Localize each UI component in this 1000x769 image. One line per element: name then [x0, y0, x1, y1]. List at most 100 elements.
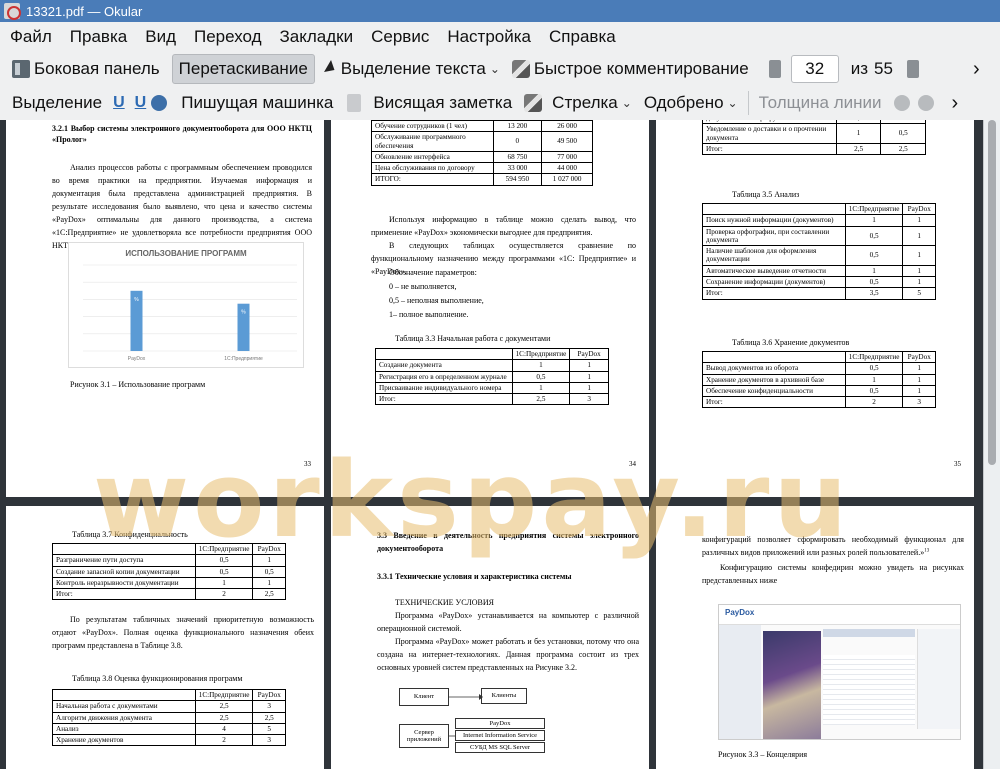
table-caption: Таблица 3.5 Анализ: [732, 190, 800, 199]
menu-tools[interactable]: Сервис: [361, 27, 437, 47]
line-width-label: Толщина линии: [758, 93, 882, 112]
table-cell: Итог:: [702, 396, 846, 409]
table-row: Присваивание индивидуального номера 1 1: [375, 381, 609, 395]
table-row: Поиск нужной информации (документов) 1 1: [702, 214, 936, 227]
table-cell: 1: [511, 359, 571, 372]
menu-edit[interactable]: Правка: [60, 27, 135, 47]
table-cell: 1: [194, 576, 254, 590]
table-cell: Начальная работа с документами: [52, 700, 196, 713]
table-cell: Присваивание индивидуального номера: [375, 381, 513, 395]
document-view[interactable]: 3.2.1 Выбор системы электронного докумен…: [0, 120, 1000, 769]
table-row: Хранение документов в архивной базе 1 1: [702, 373, 936, 386]
table-cell: [52, 542, 196, 556]
vertical-scrollbar[interactable]: [983, 120, 1000, 769]
menu-bar: Файл Правка Вид Переход Закладки Сервис …: [0, 22, 1000, 52]
table-cell: 1С:Предприятие: [194, 542, 254, 556]
toolbar-overflow-icon[interactable]: ›: [973, 58, 980, 81]
color-icon[interactable]: [893, 95, 910, 111]
previous-page-icon[interactable]: [768, 60, 781, 78]
text-select-button[interactable]: Выделение текста ⌄: [319, 54, 506, 84]
menu-view[interactable]: Вид: [135, 27, 184, 47]
table-cell: 5: [252, 722, 286, 736]
table-cell: Наличие шаблонов для оформления документ…: [702, 245, 846, 266]
table-cell: Разграничение пути доступа: [52, 554, 196, 567]
table-cell: 0,5: [880, 123, 926, 144]
squiggle-underline-icon[interactable]: U: [130, 94, 152, 112]
param-line: 1– полное выполнение.: [389, 310, 469, 319]
menu-settings[interactable]: Настройка: [437, 27, 539, 47]
table-row: Создание запасной копии документации 0,5 0…: [52, 565, 286, 578]
brush-icon: [511, 60, 530, 78]
page-number: 35: [954, 460, 961, 468]
opacity-icon[interactable]: [917, 95, 934, 111]
table-row: Создание документа 1 1: [375, 359, 609, 372]
menu-go[interactable]: Переход: [184, 27, 270, 47]
param-line: 0,5 – неполная выполнение,: [389, 296, 484, 305]
chevron-down-icon[interactable]: ⌄: [490, 62, 500, 76]
select-tool-button[interactable]: Выделение: [6, 88, 108, 118]
menu-bookmarks[interactable]: Закладки: [270, 27, 362, 47]
arrow-button[interactable]: Стрелка ⌄: [546, 88, 638, 118]
table-cell: Вывод документов из оборота: [702, 362, 846, 375]
table-row: Проверка орфографии, при составлении док…: [702, 225, 936, 247]
table-cell: Итог:: [702, 142, 837, 156]
table-cell: 1: [844, 264, 904, 277]
table-cell: 3: [252, 700, 286, 713]
table-cell: PayDox: [569, 347, 609, 361]
menu-file[interactable]: Файл: [0, 27, 60, 47]
page-number: 33: [304, 460, 311, 468]
table-row: Обучение сотрудников (1 чел) 13 200 26 000: [371, 120, 593, 133]
toolbar-overflow-icon[interactable]: ›: [952, 92, 959, 115]
quick-comment-button[interactable]: Быстрое комментирование: [506, 54, 755, 84]
title-bar: 13321.pdf — Okular: [0, 0, 1000, 22]
shot-header: PayDox: [719, 605, 960, 625]
toolbar-divider: [747, 91, 749, 115]
table-cell: Обеспечение конфиденциальности: [702, 384, 846, 398]
arrow-tool-icon: [524, 94, 543, 112]
table-row: Автоматическое выведение отчетности 1 1: [702, 264, 936, 277]
table-cell: 1: [569, 370, 609, 383]
underline-icon[interactable]: U: [108, 94, 130, 112]
table-cell: 1: [902, 362, 936, 375]
table-row: Итог: 2 2,5: [52, 588, 286, 601]
table-cell: Итог:: [702, 287, 846, 300]
select-tool-label: Выделение: [12, 93, 103, 112]
shot-sidebar: [719, 625, 761, 739]
shot-image: [763, 631, 821, 739]
sticky-note-button[interactable]: Висящая заметка: [367, 88, 518, 118]
drag-mode-button[interactable]: Перетаскивание: [171, 54, 315, 84]
table-cell: 594 950: [492, 173, 543, 186]
sidebar-button[interactable]: Боковая панель: [6, 54, 166, 84]
table-row: Хранение документов 2 3: [52, 734, 286, 747]
table-cell: 1С:Предприятие: [844, 350, 904, 364]
table-cell: 2: [844, 396, 904, 409]
chevron-down-icon[interactable]: ⌄: [728, 96, 738, 110]
table-caption: Таблица 3.6 Хранение документов: [732, 338, 850, 347]
table-cell: 33 000: [492, 162, 543, 175]
table-cell: 1С:Предприятие: [511, 347, 571, 361]
stamp-icon[interactable]: [151, 95, 168, 111]
table-cell: 0,5: [844, 275, 904, 289]
scrollbar-thumb[interactable]: [988, 120, 996, 465]
page-35: документов на маршруты0,51Уведомление о …: [656, 120, 974, 497]
table-cell: 2: [194, 734, 254, 747]
line-width-button[interactable]: Толщина линии: [753, 88, 888, 118]
annotation-toolbar: Выделение U U Пишущая машинка Висящая за…: [0, 86, 1000, 120]
table-cell: 1: [902, 384, 936, 398]
menu-help[interactable]: Справка: [539, 27, 624, 47]
table-cell: Алгоритм движения документа: [52, 711, 196, 724]
diagram-arrows: [449, 694, 483, 737]
chevron-down-icon[interactable]: ⌄: [622, 96, 632, 110]
table-caption: Таблица 3.8 Оценка функционирования прог…: [72, 674, 243, 683]
stamp-type-dropdown[interactable]: Одобрено ⌄: [638, 88, 744, 118]
table-cell: 0,5: [844, 362, 904, 375]
next-page-icon[interactable]: [906, 60, 919, 78]
table-row: Итог: 2 3: [702, 396, 936, 409]
typewriter-button[interactable]: Пишущая машинка: [175, 88, 339, 118]
page-number-input[interactable]: 32: [790, 55, 839, 83]
table-row: Вывод документов из оборота 0,5 1: [702, 362, 936, 375]
table-cell: ИТОГО:: [371, 173, 494, 186]
table-cell: Автоматическое выведение отчетности: [702, 264, 846, 277]
sticky-note-label: Висящая заметка: [373, 93, 513, 112]
approved-label: Одобрено: [643, 93, 724, 112]
